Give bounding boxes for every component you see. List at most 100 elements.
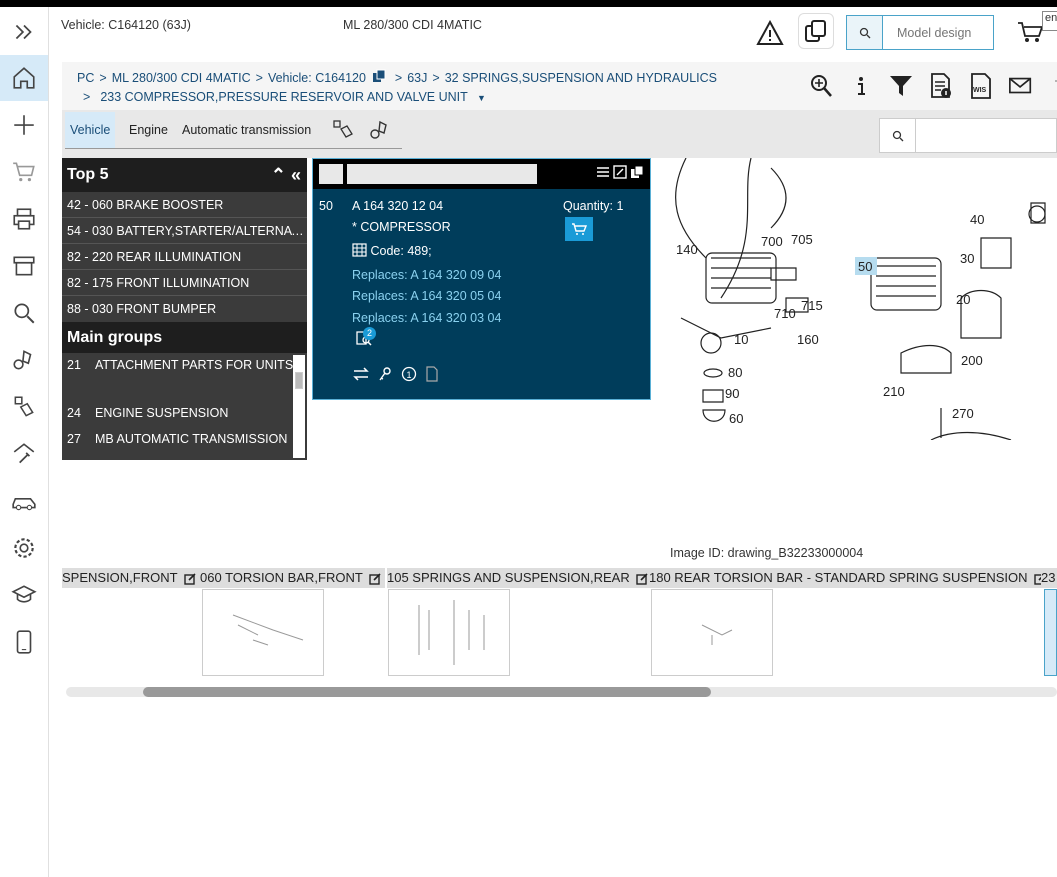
- callout-label[interactable]: 80: [728, 365, 742, 380]
- drawing-thumbnail[interactable]: [202, 589, 324, 676]
- edit-icon[interactable]: [636, 571, 648, 591]
- main-group-item[interactable]: 24 ENGINE SUSPENSION: [67, 406, 228, 420]
- drawing-thumbnail-selected[interactable]: [1044, 589, 1057, 676]
- expand-icon[interactable]: [613, 165, 627, 182]
- callout-label-highlighted[interactable]: 50: [858, 259, 872, 274]
- callout-label[interactable]: 10: [734, 332, 748, 347]
- wis-icon[interactable]: WIS: [968, 72, 994, 100]
- mobile-icon[interactable]: [0, 619, 48, 665]
- edit-icon[interactable]: [369, 571, 381, 591]
- cart-partial-icon[interactable]: [1048, 72, 1057, 100]
- callout-label[interactable]: 90: [725, 386, 739, 401]
- top5-item[interactable]: 54 - 030 BATTERY,STARTER/ALTERNAT...: [62, 218, 307, 244]
- top5-item[interactable]: 42 - 060 BRAKE BOOSTER: [62, 192, 307, 218]
- crumb-pc[interactable]: PC: [77, 71, 94, 85]
- main-group-item[interactable]: 27 MB AUTOMATIC TRANSMISSION: [67, 432, 287, 446]
- callout-label[interactable]: 160: [797, 332, 819, 347]
- list-icon[interactable]: [596, 165, 610, 182]
- main-group-item[interactable]: 21 ATTACHMENT PARTS FOR UNITS: [67, 358, 293, 372]
- printer-icon[interactable]: [0, 196, 48, 242]
- home-icon[interactable]: [0, 55, 48, 101]
- drawing-thumbnail[interactable]: [388, 589, 510, 676]
- paint-tab-icon[interactable]: [332, 119, 356, 144]
- replaces-link[interactable]: Replaces: A 164 320 05 04: [352, 289, 501, 303]
- callout-label[interactable]: 60: [729, 411, 743, 426]
- part-number[interactable]: A 164 320 12 04: [352, 199, 443, 213]
- tab-search-input[interactable]: [916, 119, 1056, 152]
- detail-field[interactable]: [319, 164, 343, 184]
- car-icon[interactable]: [0, 478, 48, 524]
- edit-icon[interactable]: [183, 571, 196, 591]
- callout-label[interactable]: 700: [761, 234, 783, 249]
- document-search-icon[interactable]: 2: [355, 327, 376, 350]
- callout-label[interactable]: 200: [961, 353, 983, 368]
- strip-label[interactable]: 23: [1041, 568, 1057, 588]
- callout-label[interactable]: 40: [970, 212, 984, 227]
- detail-field[interactable]: [347, 164, 537, 184]
- search-button[interactable]: [847, 16, 883, 49]
- cart-icon[interactable]: [0, 149, 48, 195]
- document-info-icon[interactable]: [928, 72, 954, 100]
- callout-label[interactable]: 715: [801, 298, 823, 313]
- tab-automatic-transmission[interactable]: Automatic transmission: [177, 112, 316, 148]
- add-to-cart-button[interactable]: [565, 217, 593, 241]
- cart-top-icon[interactable]: [1017, 20, 1045, 47]
- wis-doc-icon[interactable]: [426, 366, 438, 385]
- language-selector[interactable]: en: [1042, 11, 1057, 31]
- horizontal-scrollbar[interactable]: [66, 687, 1057, 697]
- copy-icon[interactable]: [798, 13, 834, 49]
- strip-label[interactable]: SPENSION,FRONT: [62, 568, 200, 588]
- crumb-group[interactable]: 32 SPRINGS,SUSPENSION AND HYDRAULICS: [445, 71, 717, 85]
- double-chevron-left-icon[interactable]: «: [291, 165, 301, 185]
- crumb-code[interactable]: 63J: [407, 71, 427, 85]
- top5-item[interactable]: 88 - 030 FRONT BUMPER: [62, 296, 307, 322]
- zoom-in-icon[interactable]: [808, 72, 834, 100]
- workshop-icon[interactable]: [0, 431, 48, 477]
- parts-tab-icon[interactable]: [368, 119, 392, 144]
- callout-label[interactable]: 705: [791, 232, 813, 247]
- plus-icon[interactable]: [0, 102, 48, 148]
- callout-label[interactable]: 140: [676, 242, 698, 257]
- paint-icon[interactable]: [0, 384, 48, 430]
- model-search-input[interactable]: [883, 16, 991, 49]
- search-icon[interactable]: [0, 290, 48, 336]
- strip-label[interactable]: 060 TORSION BAR,FRONT: [200, 568, 385, 588]
- mail-icon[interactable]: [1008, 72, 1034, 100]
- parts-drawing[interactable]: 140 700 705 715 710 160 10 80 90 60 50 4…: [651, 158, 1057, 440]
- filter-icon[interactable]: [888, 72, 914, 100]
- strip-label[interactable]: 105 SPRINGS AND SUSPENSION,REAR: [387, 568, 652, 588]
- settings-icon[interactable]: [0, 525, 48, 571]
- expand-sidebar-icon[interactable]: [0, 9, 48, 55]
- callout-label[interactable]: 20: [956, 292, 970, 307]
- crumb-model[interactable]: ML 280/300 CDI 4MATIC: [112, 71, 251, 85]
- collapse-icon[interactable]: ⌃: [271, 165, 286, 185]
- top5-item[interactable]: 82 - 175 FRONT ILLUMINATION: [62, 270, 307, 296]
- replaces-link[interactable]: Replaces: A 164 320 03 04: [352, 311, 501, 325]
- tab-search-button[interactable]: [880, 119, 916, 152]
- info-icon[interactable]: [848, 72, 874, 100]
- callout-label[interactable]: 210: [883, 384, 905, 399]
- education-icon[interactable]: [0, 572, 48, 618]
- parts-icon[interactable]: [0, 337, 48, 383]
- swap-icon[interactable]: [353, 367, 369, 384]
- window-copy-icon[interactable]: [630, 165, 644, 182]
- tab-engine[interactable]: Engine: [124, 112, 173, 148]
- top5-item[interactable]: 82 - 220 REAR ILLUMINATION: [62, 244, 307, 270]
- scrollbar[interactable]: [293, 355, 305, 458]
- callout-label[interactable]: 30: [960, 251, 974, 266]
- chevron-down-icon[interactable]: ▼: [477, 93, 486, 103]
- crumb-subgroup-dropdown[interactable]: 233 COMPRESSOR,PRESSURE RESERVOIR AND VA…: [100, 90, 467, 104]
- replaces-link[interactable]: Replaces: A 164 320 09 04: [352, 268, 501, 282]
- warning-icon[interactable]: [756, 19, 784, 49]
- key-icon[interactable]: [378, 366, 392, 385]
- copy-small-icon[interactable]: [372, 69, 386, 86]
- scrollbar-thumb[interactable]: [143, 687, 711, 697]
- callout-label[interactable]: 270: [952, 406, 974, 421]
- drawing-thumbnail[interactable]: [651, 589, 773, 676]
- strip-label[interactable]: 180 REAR TORSION BAR - STANDARD SPRING S…: [649, 568, 1050, 588]
- callout-label[interactable]: 710: [774, 306, 796, 321]
- crumb-vehicle[interactable]: Vehicle: C164120: [268, 71, 366, 85]
- tab-vehicle[interactable]: Vehicle: [65, 112, 116, 148]
- circle-one-icon[interactable]: 1: [401, 366, 417, 385]
- archive-icon[interactable]: [0, 243, 48, 289]
